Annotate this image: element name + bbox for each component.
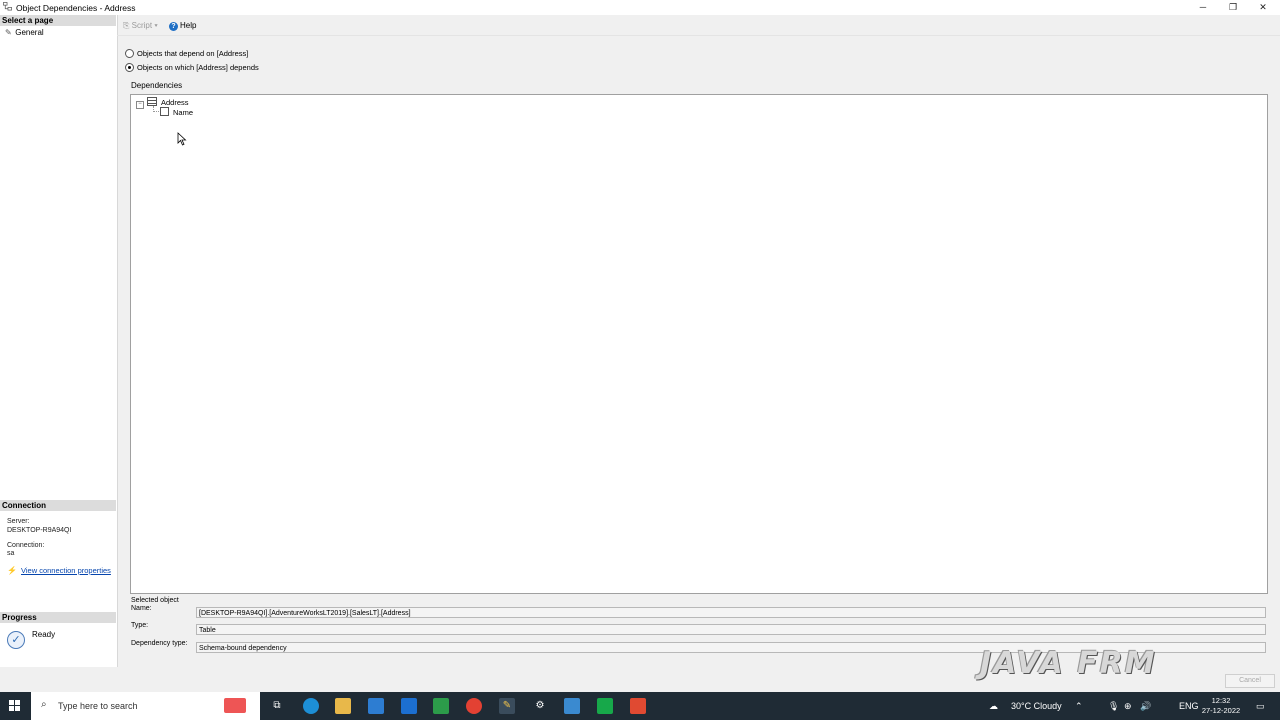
close-button[interactable]: ✕ xyxy=(1248,0,1278,15)
watermark-logo: JAVA FRM xyxy=(980,646,1157,681)
notification-icon[interactable]: ▭ xyxy=(1256,701,1265,712)
selected-object-label: Selected object xyxy=(131,597,179,604)
type-label: Type: xyxy=(131,622,149,629)
tree-node-address-label: Address xyxy=(161,98,189,107)
tree-node-name-label: Name xyxy=(173,108,194,117)
tree-connector xyxy=(153,111,159,112)
task-view-icon[interactable]: ⧉ xyxy=(269,698,285,714)
windows-start-icon[interactable] xyxy=(9,700,20,711)
edge-icon[interactable] xyxy=(303,698,319,714)
chrome-icon[interactable] xyxy=(466,698,482,714)
option-depend-on-label: Objects that depend on [Address] xyxy=(137,49,249,58)
file-explorer-icon[interactable] xyxy=(335,698,351,714)
connection-properties-icon: ⚡ xyxy=(7,566,17,575)
dependencies-label: Dependencies xyxy=(131,81,183,90)
remote-desktop-icon[interactable] xyxy=(564,698,580,714)
store-icon[interactable] xyxy=(368,698,384,714)
radio-depend-on[interactable] xyxy=(125,49,134,58)
connection-header: Connection xyxy=(0,500,116,511)
help-label: Help xyxy=(180,21,197,30)
help-icon: ? xyxy=(169,22,178,31)
object-dependencies-icon xyxy=(3,2,12,11)
chevron-up-icon[interactable]: ⌃ xyxy=(1075,701,1083,712)
name-field[interactable]: [DESKTOP-R9A94QI].[AdventureWorksLT2019]… xyxy=(196,607,1266,618)
script-label: Script xyxy=(131,21,153,30)
taskbar-search[interactable]: ⌕ Type here to search xyxy=(31,692,260,720)
weather-text[interactable]: 30°C Cloudy xyxy=(1011,701,1062,711)
cancel-button[interactable]: Cancel xyxy=(1225,674,1275,688)
dependencies-tree[interactable]: − Address Name xyxy=(130,94,1268,594)
microphone-icon[interactable]: 🎙 xyxy=(1108,701,1119,712)
radio-depends[interactable] xyxy=(125,63,134,72)
taskbar: ⌕ Type here to search ⧉ ✎ ⚙ ☁ 30°C Cloud… xyxy=(0,692,1280,720)
title-bar: Object Dependencies - Address ─ ❐ ✕ xyxy=(0,0,1280,15)
wrench-icon: ✎ xyxy=(5,28,12,37)
restore-button[interactable]: ❐ xyxy=(1218,0,1248,15)
option-depends-label: Objects on which [Address] depends xyxy=(137,63,259,72)
option-depend-on[interactable]: Objects that depend on [Address] xyxy=(125,49,248,58)
script-icon: ⎘ xyxy=(123,21,130,30)
name-label: Name: xyxy=(131,605,152,612)
table-icon xyxy=(147,97,157,106)
camtasia-icon[interactable] xyxy=(597,698,613,714)
search-icon: ⌕ xyxy=(41,699,47,710)
tree-node-name[interactable]: Name xyxy=(160,107,193,117)
type-field[interactable]: Table xyxy=(196,624,1266,635)
connection-label: Connection: xyxy=(7,542,45,549)
server-value: DESKTOP-R9A94QI xyxy=(7,527,72,534)
view-connection-properties-link[interactable]: View connection properties xyxy=(21,566,111,575)
column-icon xyxy=(160,107,169,116)
mouse-cursor-icon xyxy=(177,132,187,146)
page-general-label: General xyxy=(15,28,44,37)
chevron-down-icon: ▾ xyxy=(154,21,158,30)
option-depends[interactable]: Objects on which [Address] depends xyxy=(125,63,259,72)
weather-cloud-icon: ☁ xyxy=(989,701,998,711)
volume-icon[interactable]: 🔊 xyxy=(1140,701,1151,712)
minimize-button[interactable]: ─ xyxy=(1188,0,1218,15)
notepad-plus-icon[interactable] xyxy=(433,698,449,714)
calendar-icon xyxy=(224,698,246,713)
network-icon[interactable]: ⊕ xyxy=(1124,701,1132,712)
search-placeholder: Type here to search xyxy=(58,701,138,711)
page-general[interactable]: ✎ General xyxy=(5,28,44,37)
dependency-type-label: Dependency type: xyxy=(131,640,188,647)
collapse-icon[interactable]: − xyxy=(136,101,144,109)
language-indicator[interactable]: ENG xyxy=(1179,701,1199,711)
ready-check-icon: ✓ xyxy=(7,631,25,649)
recorder-icon[interactable] xyxy=(630,698,646,714)
toolbar: ⎘ Script ▾ ? Help xyxy=(117,17,1280,36)
clock[interactable]: 12:32 27-12-2022 xyxy=(1198,696,1244,716)
mail-icon[interactable] xyxy=(401,698,417,714)
settings-icon[interactable]: ⚙ xyxy=(532,698,548,714)
window-title: Object Dependencies - Address xyxy=(16,3,136,13)
progress-status: Ready xyxy=(32,630,56,639)
script-button[interactable]: ⎘ Script ▾ xyxy=(123,21,158,31)
connection-value: sa xyxy=(7,550,15,557)
server-label: Server: xyxy=(7,518,30,525)
help-button[interactable]: ? Help xyxy=(169,21,196,31)
clock-date: 27-12-2022 xyxy=(1201,706,1241,715)
clock-time: 12:32 xyxy=(1211,696,1231,705)
select-page-header: Select a page xyxy=(0,15,116,26)
progress-header: Progress xyxy=(0,612,116,623)
ssms-icon[interactable]: ✎ xyxy=(499,698,515,714)
